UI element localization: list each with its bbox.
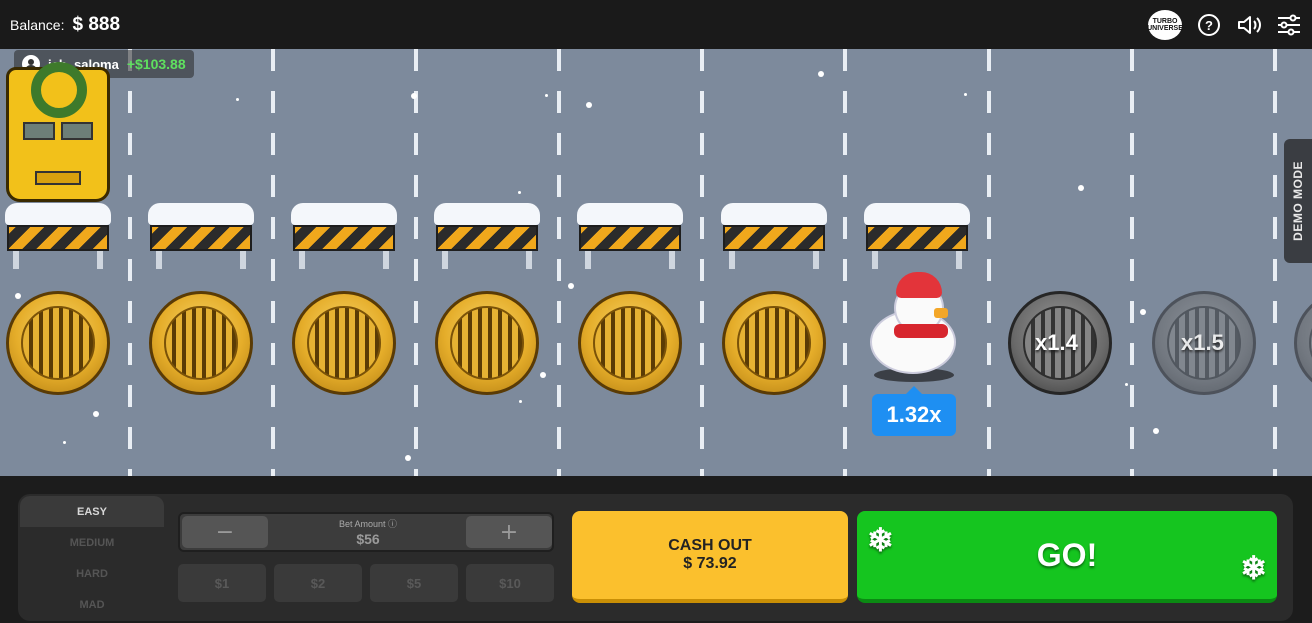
svg-text:?: ? (1205, 18, 1213, 33)
quick-bet-5[interactable]: $5 (370, 564, 458, 602)
difficulty-easy[interactable]: EASY (20, 496, 164, 527)
gold-manhole (722, 291, 826, 395)
christmas-wreath-icon (31, 62, 87, 118)
difficulty-hard[interactable]: HARD (20, 558, 164, 589)
snowflake (545, 94, 548, 97)
difficulty-selector: EASY MEDIUM HARD MAD (20, 496, 164, 619)
quick-bet-1[interactable]: $1 (178, 564, 266, 602)
quick-bet-10[interactable]: $10 (466, 564, 554, 602)
snowflake-decoration-icon: ❄ (1240, 550, 1267, 586)
gold-manhole (292, 291, 396, 395)
bet-decrease-button[interactable]: − (182, 516, 268, 548)
snowflake (63, 441, 66, 444)
cash-out-label: CASH OUT (668, 537, 752, 554)
go-button[interactable]: ❄ ❄ GO! (857, 511, 1277, 603)
demo-mode-tab[interactable]: DEMO MODE (1284, 139, 1312, 263)
lane-divider (1130, 49, 1134, 476)
snowflake (93, 411, 99, 417)
gold-manhole (435, 291, 539, 395)
snowflake (1078, 185, 1084, 191)
difficulty-mad[interactable]: MAD (20, 589, 164, 620)
snowflake (540, 372, 546, 378)
snow-barrier (434, 203, 540, 273)
settings-sliders-icon[interactable] (1276, 12, 1302, 38)
control-panel: EASY MEDIUM HARD MAD − Bet Amount ⓘ $56 … (18, 494, 1293, 621)
snowflake (405, 455, 411, 461)
current-multiplier: 1.32x (872, 386, 956, 436)
snowflake (1140, 309, 1146, 315)
school-bus-obstacle (6, 62, 110, 202)
quick-bet-2[interactable]: $2 (274, 564, 362, 602)
lane-divider (128, 49, 132, 476)
gold-manhole (149, 291, 253, 395)
top-icons: TURBO UNIVERSE ? (1147, 9, 1302, 40)
balance-value: $ 888 (72, 13, 121, 35)
future-lane-manhole (1294, 291, 1312, 395)
player-win-amount: +$103.88 (126, 56, 186, 72)
help-icon[interactable]: ? (1196, 12, 1222, 38)
bet-amount-box: − Bet Amount ⓘ $56 + (178, 512, 554, 552)
sound-icon[interactable] (1236, 12, 1262, 38)
lane-divider (414, 49, 418, 476)
snowflake (1125, 383, 1128, 386)
snowflake (15, 293, 21, 299)
snowflake-decoration-icon: ❄ (867, 522, 894, 558)
bet-amount-label: Bet Amount ⓘ (338, 519, 398, 529)
difficulty-medium[interactable]: MEDIUM (20, 527, 164, 558)
snowflake (818, 71, 824, 77)
snowflake (964, 93, 967, 96)
snowflake (411, 93, 417, 99)
lane-divider (700, 49, 704, 476)
bet-increase-button[interactable]: + (466, 516, 552, 548)
snowflake (568, 283, 574, 289)
go-label: GO! (1036, 536, 1098, 573)
chicken-character (864, 272, 964, 384)
snowflake (519, 400, 522, 403)
quick-bet-row: $1 $2 $5 $10 (178, 564, 554, 602)
next-lane-multiplier: x1.4 (1035, 330, 1078, 355)
balance-label: Balance: (10, 16, 65, 33)
lane-divider (557, 49, 561, 476)
snow-barrier (148, 203, 254, 273)
lane-divider (843, 49, 847, 476)
snow-barrier (5, 203, 111, 273)
top-bar: Balance: $ 888 TURBO UNIVERSE ? (0, 0, 1312, 49)
cash-out-button[interactable]: CASH OUT $ 73.92 (572, 511, 848, 603)
lane-divider (987, 49, 991, 476)
turbo-universe-logo: TURBO UNIVERSE (1147, 9, 1183, 40)
cash-out-value: $ 73.92 (683, 555, 737, 572)
snowflake (1153, 428, 1159, 434)
future-lane-multiplier: x1.5 (1181, 330, 1224, 355)
gold-manhole (6, 291, 110, 395)
lane-divider (271, 49, 275, 476)
info-icon: ⓘ (388, 519, 398, 529)
snow-barrier (721, 203, 827, 273)
snow-barrier (291, 203, 397, 273)
game-board: jeb_saloma +$103.88 1.32x x1.4 x1.5 DEMO… (0, 49, 1312, 476)
snowflake (236, 98, 239, 101)
snowflake (586, 102, 592, 108)
bet-amount-value[interactable]: $56 (320, 531, 416, 547)
snow-barrier (577, 203, 683, 273)
snowflake (518, 191, 521, 194)
snow-barrier (864, 203, 970, 273)
gold-manhole (578, 291, 682, 395)
lane-divider (1273, 49, 1277, 476)
demo-mode-label: DEMO MODE (1291, 161, 1305, 241)
